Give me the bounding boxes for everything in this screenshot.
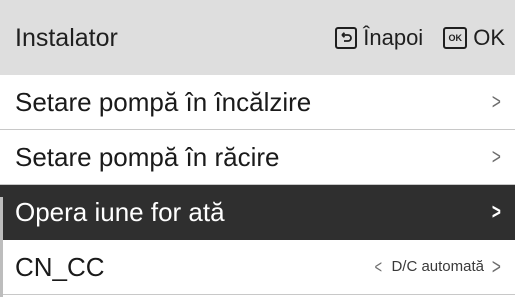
installer-menu-screen: Instalator Înapoi OK OK Setare pompă în … [0,0,515,297]
chevron-right-icon[interactable]: > [492,253,501,281]
selected-option-value: D/C automată [391,258,484,275]
header-bar: Instalator Înapoi OK OK [0,0,515,75]
menu-item-pump-cooling[interactable]: Setare pompă în răcire > [0,130,515,185]
ok-button-label[interactable]: OK [473,22,505,54]
menu-item-label: Setare pompă în încălzire [15,87,312,117]
back-button-label[interactable]: Înapoi [363,22,423,54]
chevron-right-icon: > [492,89,502,114]
scrollbar-thumb[interactable] [0,197,3,297]
menu-item-pump-heating[interactable]: Setare pompă în încălzire > [0,75,515,130]
chevron-left-icon[interactable]: < [375,255,382,279]
menu-item-cn-cc[interactable]: CN_CC < D/C automată > [0,240,515,295]
menu-item-label: Opera iune for ată [15,197,225,227]
option-selector[interactable]: < D/C automată [373,255,484,279]
settings-menu-list: Setare pompă în încălzire > Setare pompă… [0,75,515,295]
menu-item-label: CN_CC [15,252,105,282]
header-actions: Înapoi OK OK [335,22,505,54]
ok-key-icon[interactable]: OK [443,27,468,49]
menu-item-label: Setare pompă în răcire [15,142,280,172]
page-title: Instalator [15,24,118,52]
menu-item-forced-operation[interactable]: Opera iune for ată > [0,185,515,240]
chevron-right-icon: > [492,199,502,224]
chevron-right-icon: > [492,144,502,169]
back-key-icon[interactable] [335,27,358,49]
